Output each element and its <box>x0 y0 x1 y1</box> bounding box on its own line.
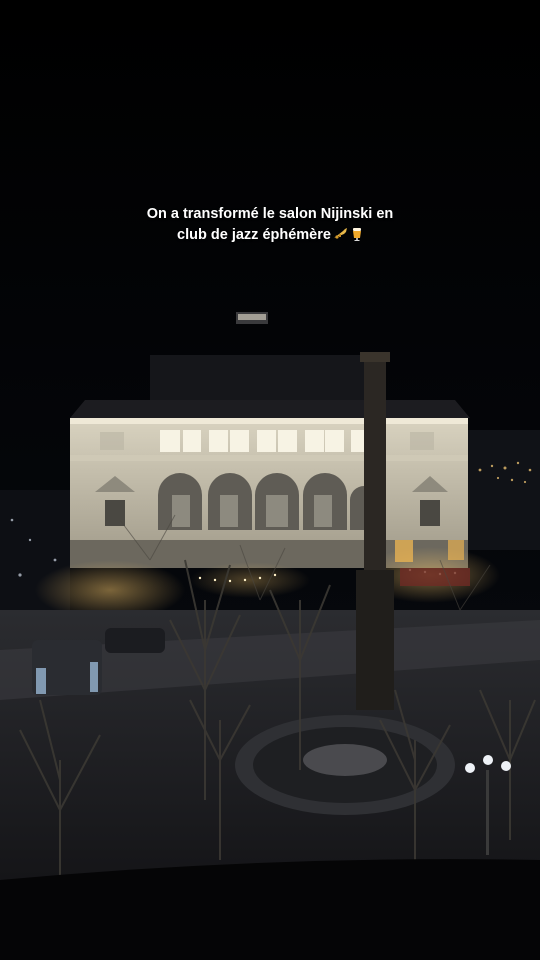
caption-line-2: club de jazz éphémère <box>0 225 540 248</box>
video-frame: On a transformé le salon Nijinski en clu… <box>0 0 540 960</box>
night-photo-theatre <box>0 0 540 960</box>
caption-line-1: On a transformé le salon Nijinski en <box>146 206 394 222</box>
trumpet-icon <box>333 227 349 248</box>
beer-glass-icon <box>351 227 363 248</box>
video-caption: On a transformé le salon Nijinski en clu… <box>0 204 540 248</box>
caption-line-2-text: club de jazz éphémère <box>177 227 331 243</box>
